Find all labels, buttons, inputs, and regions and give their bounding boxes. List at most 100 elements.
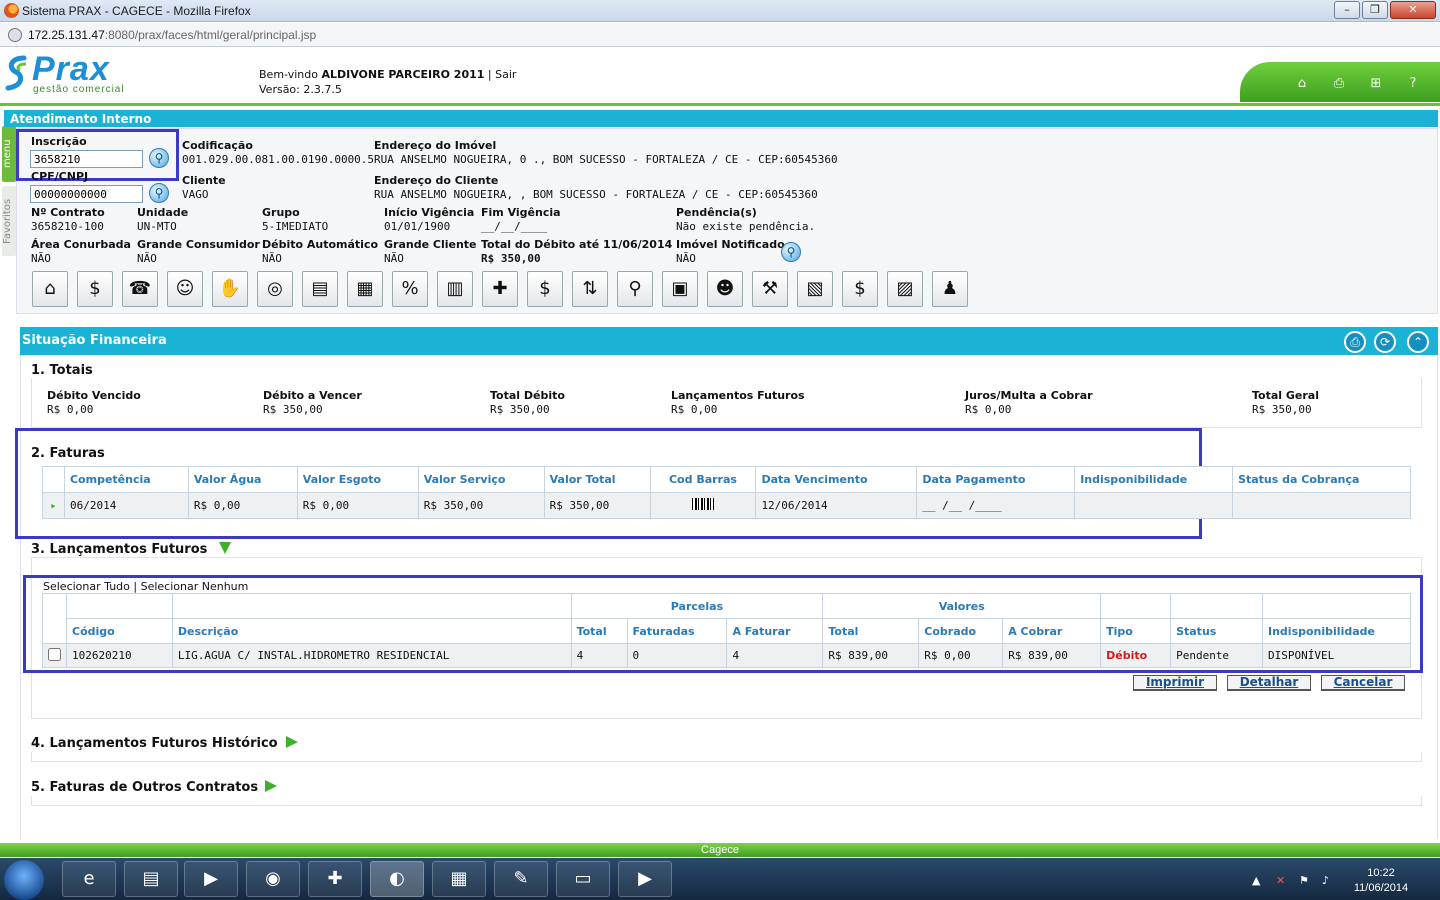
faturas-column-header[interactable]: Data Vencimento <box>755 466 918 493</box>
inscricao-search-button[interactable]: ⚲ <box>149 148 169 168</box>
pendencia-label: Pendência(s) <box>676 206 757 219</box>
row-checkbox[interactable] <box>48 647 61 661</box>
address-bar[interactable]: 172.25.131.47:8080/prax/faces/html/geral… <box>0 23 1440 47</box>
faturas-column-header[interactable]: Valor Esgoto <box>296 466 419 493</box>
lancamentos-column-header[interactable]: Tipo <box>1100 618 1172 644</box>
detalhar-button[interactable]: Detalhar <box>1227 675 1311 691</box>
cancelar-button[interactable]: Cancelar <box>1321 675 1405 691</box>
inscricao-input[interactable] <box>30 150 143 168</box>
spreadsheet-icon[interactable]: ▥ <box>437 271 473 307</box>
faturas-column-header[interactable]: Cod Barras <box>649 466 757 493</box>
start-button[interactable] <box>4 860 44 900</box>
faturas-column-header[interactable]: Valor Total <box>543 466 651 493</box>
ie-icon[interactable]: e <box>62 861 116 897</box>
barcode-icon[interactable] <box>691 498 714 510</box>
print-icon[interactable]: ⎙ <box>1330 76 1348 92</box>
cpf-input[interactable] <box>30 185 143 203</box>
media-center-icon[interactable]: ▶ <box>618 861 672 897</box>
imovel-notificado-search-icon[interactable]: ⚲ <box>781 242 801 262</box>
select-all-link[interactable]: Selecionar Tudo <box>43 580 130 593</box>
totais-value: R$ 350,00 <box>490 403 550 416</box>
expand-right-icon[interactable] <box>265 780 277 792</box>
lancamentos-column-header[interactable]: Descrição <box>171 618 572 644</box>
dollar-icon[interactable]: $ <box>77 271 113 307</box>
dollar-badge-icon[interactable]: $ <box>842 271 878 307</box>
notepad-icon[interactable]: ▭ <box>556 861 610 897</box>
cpf-search-button[interactable]: ⚲ <box>149 183 169 203</box>
lancamentos-column-header[interactable]: Total <box>570 618 628 644</box>
transfer-arrows-icon[interactable]: ⇅ <box>572 271 608 307</box>
collapse-up-icon[interactable]: ⌃ <box>1407 331 1429 353</box>
handshake-icon[interactable]: ✋ <box>212 271 248 307</box>
imprimir-button[interactable]: Imprimir <box>1133 675 1217 691</box>
select-none-link[interactable]: Selecionar Nenhum <box>141 580 249 593</box>
volume-icon[interactable]: ♪ <box>1322 874 1329 887</box>
url-text[interactable]: 172.25.131.47:8080/prax/faces/html/geral… <box>28 28 316 42</box>
grande-consumidor-label: Grande Consumidor <box>137 238 260 251</box>
minimize-button[interactable]: – <box>1334 1 1360 19</box>
house-icon[interactable]: ⌂ <box>32 271 68 307</box>
faturas-cell[interactable] <box>649 492 757 519</box>
close-button[interactable]: ✕ <box>1390 1 1436 19</box>
network-error-icon[interactable]: ✕ <box>1276 874 1285 887</box>
phone-icon[interactable]: ☎ <box>122 271 158 307</box>
lancamentos-column-header[interactable]: Status <box>1170 618 1263 644</box>
user-name: ALDIVONE PARCEIRO 2011 <box>321 68 485 81</box>
person-dollar-icon[interactable]: ♟ <box>932 271 968 307</box>
aplicativo-icon[interactable]: ✚ <box>308 861 362 897</box>
show-hidden-icons[interactable]: ▲ <box>1252 874 1260 887</box>
action-center-icon[interactable]: ⚑ <box>1299 874 1309 887</box>
search-document-icon[interactable]: ⚲ <box>617 271 653 307</box>
coins-add-icon[interactable]: ✚ <box>482 271 518 307</box>
lancamentos-cell: Débito <box>1100 643 1172 668</box>
home-icon[interactable]: ⌂ <box>1293 76 1311 92</box>
lancamentos-column-header[interactable]: Total <box>822 618 920 644</box>
faturas-column-header[interactable]: Status da Cobrança <box>1232 466 1411 493</box>
system-clock[interactable]: 10:22 11/06/2014 <box>1346 866 1416 896</box>
lancamentos-column-header[interactable]: Faturadas <box>626 618 728 644</box>
money-icon[interactable]: ▤ <box>302 271 338 307</box>
lancamentos-column-header[interactable]: Indisponibilidade <box>1262 618 1411 644</box>
lancamentos-column-header[interactable]: A Faturar <box>726 618 824 644</box>
faturas-column-header[interactable]: Valor Água <box>187 466 298 493</box>
bank-icon[interactable]: ▣ <box>662 271 698 307</box>
favoritos-tab[interactable]: Favoritos <box>2 186 16 256</box>
paint-icon[interactable]: ✎ <box>494 861 548 897</box>
hammer-icon[interactable]: ⚒ <box>752 271 788 307</box>
site-identity-icon[interactable] <box>8 28 22 42</box>
percent-icon[interactable]: % <box>392 271 428 307</box>
inicio-vigencia-value: 01/01/1900 <box>384 220 451 233</box>
people-icon[interactable]: ☻ <box>707 271 743 307</box>
imovel-notificado-label: Imóvel Notificado <box>676 238 785 251</box>
lancamentos-column-header[interactable]: A Cobrar <box>1002 618 1102 644</box>
explorer-icon[interactable]: ▤ <box>124 861 178 897</box>
help-icon[interactable]: ? <box>1404 76 1422 92</box>
sitemap-icon[interactable]: ⊞ <box>1367 76 1385 92</box>
coins-icon[interactable]: ◎ <box>257 271 293 307</box>
firefox-icon[interactable]: ◐ <box>370 861 424 897</box>
maximize-button[interactable]: ❐ <box>1362 1 1388 19</box>
documents-icon[interactable]: ▦ <box>432 861 486 897</box>
chart-money-icon[interactable]: ▨ <box>887 271 923 307</box>
menu-tab[interactable]: menu <box>2 126 16 182</box>
refresh-icon[interactable]: ⟳ <box>1374 331 1396 353</box>
expand-down-icon[interactable] <box>219 542 231 554</box>
chrome-icon[interactable]: ◉ <box>246 861 300 897</box>
faturas-column-header[interactable]: Valor Serviço <box>417 466 545 493</box>
faturas-column-header[interactable]: Data Pagamento <box>916 466 1076 493</box>
lancamentos-cell: R$ 839,00 <box>822 643 920 668</box>
house-dollar-icon[interactable]: $ <box>527 271 563 307</box>
faturas-column-header[interactable]: Competência <box>63 466 189 493</box>
lancamentos-column-header[interactable]: Cobrado <box>918 618 1004 644</box>
expand-right-icon[interactable] <box>286 736 298 748</box>
smiley-icon[interactable]: ☺ <box>167 271 203 307</box>
faturas-column-header[interactable]: Indisponibilidade <box>1074 466 1234 493</box>
row-expand-icon[interactable]: ▸ <box>42 492 65 519</box>
calculator-money-icon[interactable]: ▧ <box>797 271 833 307</box>
lancamentos-column-header[interactable]: Código <box>66 618 173 644</box>
print-icon[interactable]: ⎙ <box>1344 331 1366 353</box>
logout-link[interactable]: Sair <box>495 68 516 81</box>
cash-register-icon[interactable]: ▦ <box>347 271 383 307</box>
totais-value: R$ 0,00 <box>671 403 718 416</box>
media-player-icon[interactable]: ▶ <box>184 861 238 897</box>
